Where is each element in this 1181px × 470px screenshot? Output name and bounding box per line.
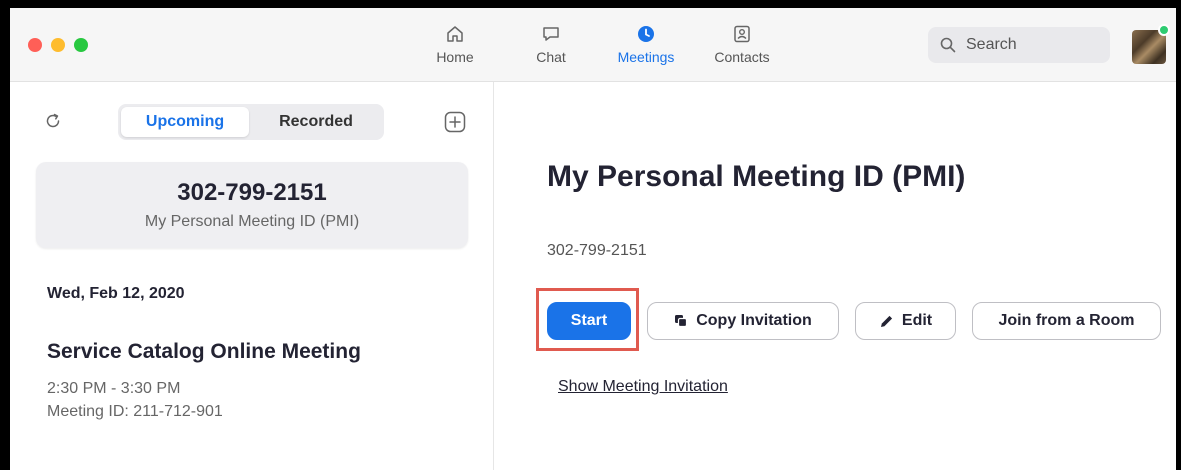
- show-meeting-invitation-link[interactable]: Show Meeting Invitation: [558, 378, 728, 396]
- meeting-id: Meeting ID: 211-712-901: [47, 403, 223, 420]
- tab-home-label: Home: [436, 49, 474, 65]
- meetings-segmented-control: Upcoming Recorded: [118, 104, 384, 140]
- tab-home[interactable]: Home: [410, 24, 500, 65]
- chat-icon: [543, 27, 559, 41]
- start-button-label: Start: [570, 312, 608, 329]
- add-meeting-icon[interactable]: [444, 111, 466, 133]
- title-bar: Home Chat Meetings Contacts: [10, 8, 1176, 82]
- tab-contacts-label: Contacts: [714, 49, 770, 65]
- tab-chat[interactable]: Chat: [506, 24, 596, 65]
- zoom-window: Home Chat Meetings Contacts Search Upcom…: [10, 8, 1176, 470]
- tab-upcoming[interactable]: Upcoming: [121, 107, 249, 137]
- search-icon: [940, 37, 956, 53]
- tab-meetings[interactable]: Meetings: [601, 24, 691, 65]
- pencil-icon: [880, 315, 892, 327]
- meeting-list-item[interactable]: Service Catalog Online Meeting 2:30 PM -…: [47, 340, 467, 421]
- tab-meetings-label: Meetings: [617, 49, 675, 65]
- start-button[interactable]: Start: [547, 302, 631, 340]
- pmi-card[interactable]: 302-799-2151 My Personal Meeting ID (PMI…: [36, 162, 468, 248]
- search-input[interactable]: [964, 35, 1098, 55]
- meetings-sidebar: Upcoming Recorded 302-799-2151 My Person…: [10, 82, 494, 470]
- contacts-icon: [734, 25, 750, 43]
- online-status-badge: [1158, 24, 1170, 36]
- join-from-room-button[interactable]: Join from a Room: [972, 302, 1161, 340]
- date-header: Wed, Feb 12, 2020: [47, 285, 185, 302]
- refresh-icon[interactable]: [44, 112, 62, 130]
- window-controls: [28, 38, 88, 52]
- tab-recorded[interactable]: Recorded: [252, 107, 380, 137]
- close-window-button[interactable]: [28, 38, 42, 52]
- page-title: My Personal Meeting ID (PMI): [547, 160, 966, 193]
- tab-chat-label: Chat: [536, 49, 566, 65]
- home-icon: [447, 26, 463, 42]
- copy-icon: [675, 315, 688, 328]
- search-box[interactable]: [928, 27, 1110, 63]
- copy-invitation-label: Copy Invitation: [696, 312, 812, 329]
- pmi-number: 302-799-2151: [547, 242, 647, 259]
- pmi-card-label: My Personal Meeting ID (PMI): [144, 213, 360, 230]
- zoom-window-button[interactable]: [74, 38, 88, 52]
- tab-contacts[interactable]: Contacts: [697, 24, 787, 65]
- edit-button[interactable]: Edit: [855, 302, 956, 340]
- meeting-detail-panel: My Personal Meeting ID (PMI) 302-799-215…: [494, 82, 1176, 470]
- meeting-title: Service Catalog Online Meeting: [47, 340, 361, 363]
- pmi-card-number: 302-799-2151: [177, 179, 327, 206]
- copy-invitation-button[interactable]: Copy Invitation: [647, 302, 839, 340]
- join-from-room-label: Join from a Room: [998, 312, 1135, 329]
- clock-icon: [638, 26, 654, 42]
- minimize-window-button[interactable]: [51, 38, 65, 52]
- meeting-time: 2:30 PM - 3:30 PM: [47, 380, 181, 397]
- edit-button-label: Edit: [901, 312, 933, 329]
